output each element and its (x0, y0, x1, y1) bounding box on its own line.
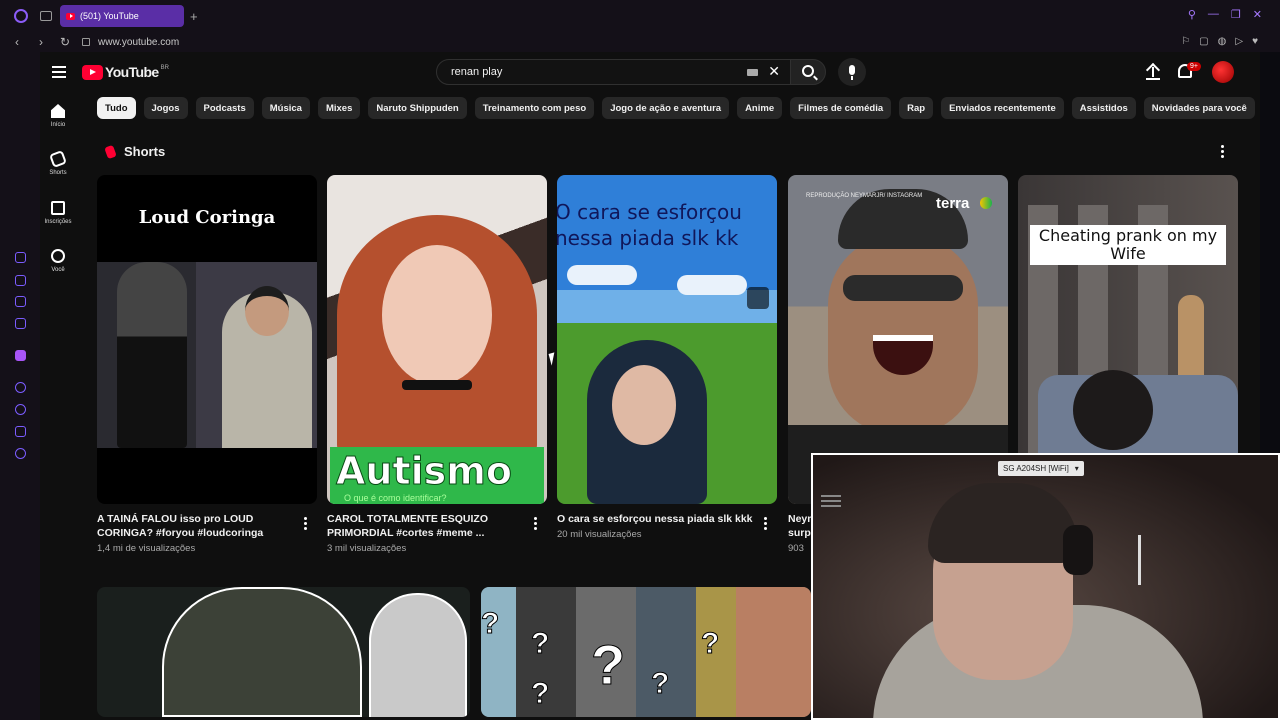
workspace-icon[interactable] (40, 11, 52, 21)
forward-icon[interactable]: › (34, 35, 48, 49)
short-menu-icon[interactable] (764, 517, 767, 532)
chip-jogo-acao[interactable]: Jogo de ação e aventura (602, 97, 730, 119)
chip-podcasts[interactable]: Podcasts (195, 97, 254, 119)
sidebar-settings-icon[interactable] (15, 448, 26, 459)
minimize-icon[interactable]: — (1208, 8, 1219, 21)
chip-rap[interactable]: Rap (899, 97, 934, 119)
bookmark-icon[interactable]: ⚐ (1181, 36, 1190, 47)
sidebar-history-icon[interactable] (15, 404, 26, 415)
sidebar-extensions-icon[interactable] (15, 426, 26, 437)
short-views: 20 mil visualizações (557, 529, 642, 540)
headphones (1063, 525, 1093, 575)
chip-assistidos[interactable]: Assistidos (1071, 97, 1136, 119)
short-thumbnail[interactable]: Loud Coringa (97, 175, 317, 504)
chevron-down-icon: ▾ (1074, 464, 1079, 473)
chip-anime[interactable]: Anime (737, 97, 783, 119)
youtube-favicon-icon (66, 12, 75, 20)
chip-enviados[interactable]: Enviados recentemente (941, 97, 1064, 119)
search-input[interactable]: renan play ✕ (436, 59, 791, 85)
player-icon[interactable]: ▷ (1235, 36, 1243, 47)
sidebar-twitch-icon[interactable] (15, 350, 26, 361)
snapshot-icon[interactable]: ▢ (1199, 36, 1208, 47)
short-card[interactable]: Autismo O que é como identificar? CAROL … (327, 175, 547, 554)
notification-badge: 9+ (1187, 62, 1201, 71)
avatar[interactable] (1212, 61, 1234, 83)
new-tab-button[interactable]: + (190, 9, 198, 24)
search-button[interactable] (790, 59, 826, 85)
search-query[interactable]: renan play (451, 66, 502, 78)
home-icon (51, 104, 65, 118)
close-window-icon[interactable]: ✕ (1253, 8, 1262, 21)
chip-mixes[interactable]: Mixes (317, 97, 361, 119)
url-field[interactable]: www.youtube.com (98, 37, 179, 48)
short-thumbnail[interactable]: O cara se esforçou nessa piada slk kk (557, 175, 777, 504)
search-tabs-icon[interactable]: ⚲ (1188, 8, 1196, 21)
tab-title: (501) YouTube (80, 11, 139, 21)
address-bar: ‹ › ↻ www.youtube.com ⚐ ▢ ◍ ▷ ♥ (0, 32, 1280, 52)
webcam-overlay: SG A204SH [WiFi] ▾ (811, 453, 1280, 720)
heart-icon[interactable]: ♥ (1252, 36, 1258, 47)
browser-sidebar (0, 52, 40, 720)
sidebar-player-icon[interactable] (15, 382, 26, 393)
short-title[interactable]: O cara se esforçou nessa piada slk kkk (557, 512, 757, 526)
shelf-more-icon[interactable] (1221, 145, 1225, 160)
opera-logo-icon[interactable] (14, 9, 28, 23)
video-thumbnail[interactable]: ? ? ? ? ? ? (481, 587, 811, 717)
short-views: 1,4 mi de visualizações (97, 543, 196, 554)
window-controls: ⚲ — ❐ ✕ (1188, 8, 1262, 21)
chip-filmes-comedia[interactable]: Filmes de comédia (790, 97, 892, 119)
short-views: 3 mil visualizações (327, 543, 407, 554)
overlay-icon (747, 287, 769, 309)
guide-item-you[interactable]: Você (40, 249, 76, 273)
maximize-icon[interactable]: ❐ (1231, 8, 1241, 21)
shorts-shelf-title: Shorts (104, 144, 165, 159)
sidebar-ext-icon[interactable] (15, 296, 26, 307)
short-card[interactable]: Loud Coringa A TAINÁ FALOU isso pro LOUD… (97, 175, 317, 554)
filter-chips: Tudo Jogos Podcasts Música Mixes Naruto … (97, 97, 1255, 119)
chip-tudo[interactable]: Tudo (97, 97, 136, 119)
youtube-play-icon (82, 64, 103, 80)
back-icon[interactable]: ‹ (10, 35, 24, 49)
create-upload-icon[interactable] (1146, 64, 1160, 80)
guide-item-shorts[interactable]: Shorts (40, 150, 76, 176)
short-title[interactable]: A TAINÁ FALOU isso pro LOUD CORINGA? #fo… (97, 512, 297, 540)
guide-item-home[interactable]: Início (40, 104, 76, 128)
short-menu-icon[interactable] (304, 517, 307, 532)
browser-tab-bar: (501) YouTube + ⚲ — ❐ ✕ (0, 0, 1280, 32)
wifi-label: SG A204SH [WiFi] ▾ (998, 461, 1084, 476)
reload-icon[interactable]: ↻ (58, 35, 72, 49)
sidebar-bot-icon[interactable] (15, 275, 26, 286)
shield-icon[interactable]: ◍ (1218, 36, 1227, 47)
browser-tab-youtube[interactable]: (501) YouTube (60, 5, 184, 27)
lock-icon[interactable] (82, 38, 90, 46)
keyboard-icon[interactable] (747, 69, 758, 76)
video-thumbnail[interactable] (97, 587, 470, 717)
chip-musica[interactable]: Música (261, 97, 310, 119)
sidebar-tool-icon[interactable] (15, 318, 26, 329)
youtube-logo[interactable]: YouTube BR (82, 64, 169, 80)
webcam-menu-icon (821, 495, 841, 510)
terra-logo: terra (936, 195, 970, 212)
you-icon (51, 249, 65, 263)
search-icon (802, 65, 814, 77)
short-title[interactable]: CAROL TOTALMENTE ESQUIZO PRIMORDIAL #cor… (327, 512, 527, 540)
address-bar-actions: ⚐ ▢ ◍ ▷ ♥ (1181, 36, 1258, 47)
sidebar-aria-icon[interactable] (15, 252, 26, 263)
chip-jogos[interactable]: Jogos (143, 97, 188, 119)
short-thumbnail[interactable]: Autismo O que é como identificar? (327, 175, 547, 504)
short-menu-icon[interactable] (534, 517, 537, 532)
shorts-logo-icon (104, 144, 117, 159)
menu-icon[interactable] (52, 66, 66, 81)
subscriptions-icon (51, 201, 65, 215)
voice-search-button[interactable] (838, 58, 866, 86)
chip-novidades[interactable]: Novidades para você (1143, 97, 1255, 119)
guide-item-subscriptions[interactable]: Inscrições (40, 201, 76, 225)
short-card[interactable]: O cara se esforçou nessa piada slk kk O … (557, 175, 777, 540)
chip-naruto[interactable]: Naruto Shippuden (368, 97, 467, 119)
chip-treinamento[interactable]: Treinamento com peso (474, 97, 595, 119)
clear-search-icon[interactable]: ✕ (768, 63, 780, 80)
shorts-icon (49, 150, 67, 168)
